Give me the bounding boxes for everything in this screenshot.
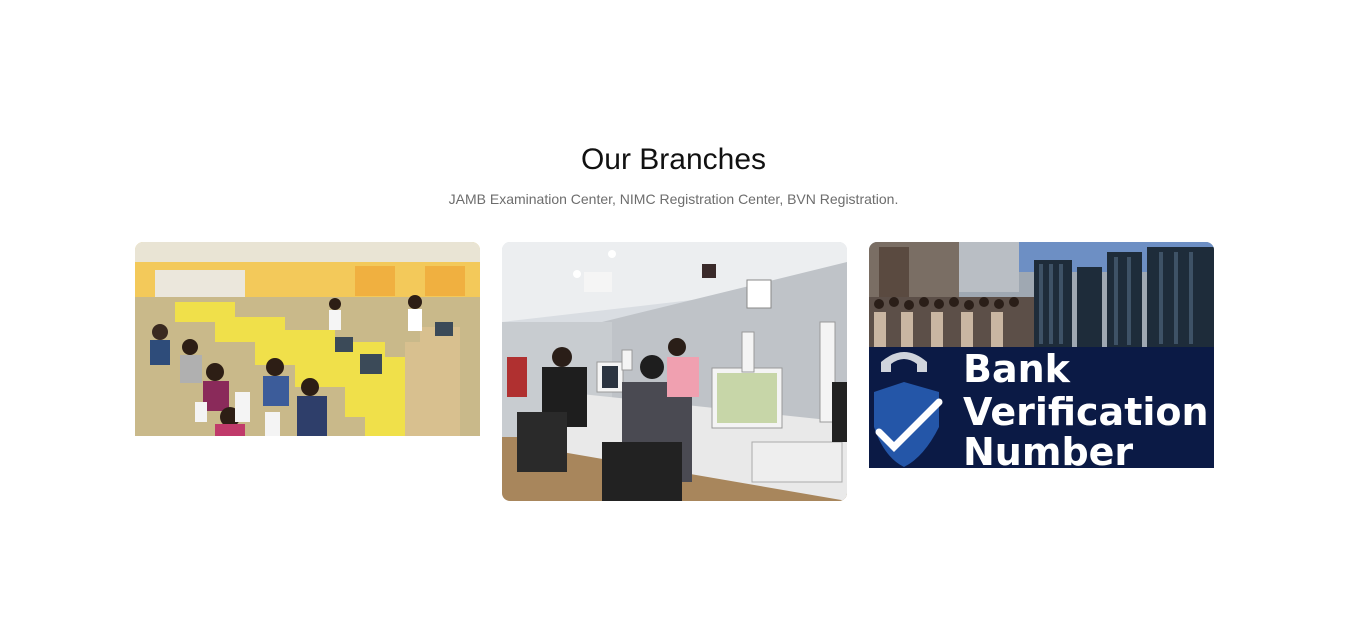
jamb-examination-center-photo <box>135 242 480 436</box>
bvn-card[interactable]: Bank Verification Number <box>869 242 1214 468</box>
section-subtitle: JAMB Examination Center, NIMC Registrati… <box>448 191 899 207</box>
bvn-banner-line-verification: Verification <box>963 390 1209 434</box>
jamb-center-card[interactable] <box>135 242 480 436</box>
section-title: Our Branches <box>580 143 767 176</box>
bvn-banner-line-bank: Bank <box>963 347 1071 391</box>
nimc-registration-center-photo <box>502 242 847 501</box>
bvn-banner-line-number: Number <box>963 430 1133 468</box>
bvn-registration-banner: Bank Verification Number <box>869 242 1214 468</box>
nimc-center-card[interactable] <box>502 242 847 501</box>
